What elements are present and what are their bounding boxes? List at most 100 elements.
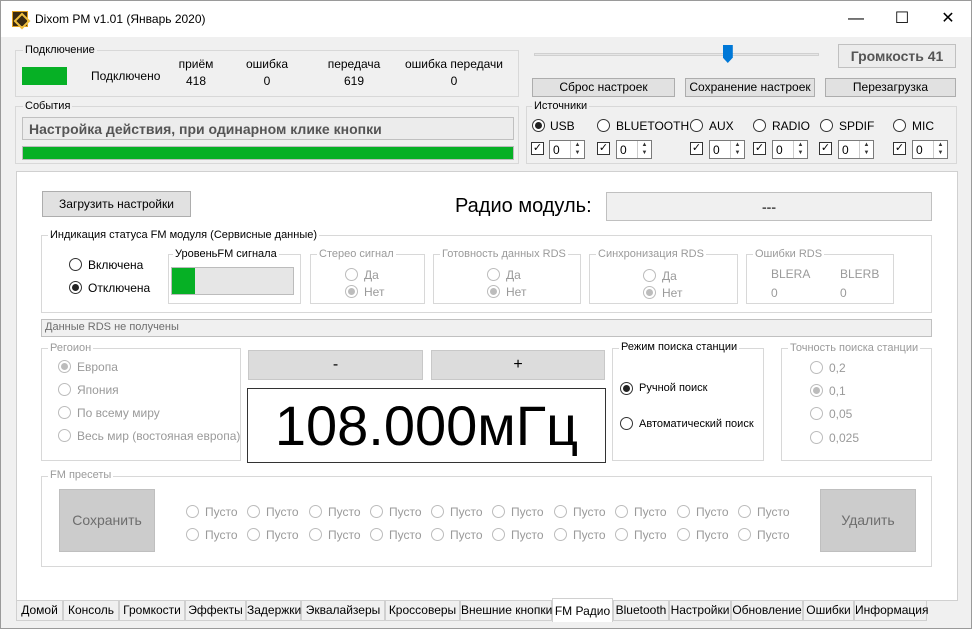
title-bar: Dixom PM v1.01 (Январь 2020) — ☐ ✕ [1,1,971,37]
preset-13-radio[interactable] [309,528,322,541]
accuracy-0-2-radio[interactable] [810,361,823,374]
tab-7[interactable]: Внешние кнопки [460,600,552,621]
source-spdif-check[interactable]: ✓ [819,142,832,155]
app-window: Dixom PM v1.01 (Январь 2020) — ☐ ✕ Подкл… [0,0,972,629]
preset-19-radio[interactable] [677,528,690,541]
spin-arrows-icon[interactable]: ▲ ▼ [637,141,651,158]
preset-14-radio[interactable] [370,528,383,541]
spin-arrows-icon[interactable]: ▲ ▼ [933,141,947,158]
search-auto-radio[interactable] [620,417,633,430]
tune-up-button[interactable]: + [431,350,605,380]
preset-7-radio[interactable] [554,505,567,518]
source-mic-radio[interactable] [893,119,906,132]
tab-10[interactable]: Настройки [669,600,731,621]
preset-15-radio[interactable] [431,528,444,541]
source-bluetooth-radio[interactable] [597,119,610,132]
search-manual-radio[interactable] [620,382,633,395]
close-button[interactable]: ✕ [925,1,971,37]
accuracy-0-025-radio[interactable] [810,431,823,444]
volume-slider-thumb[interactable] [722,45,733,63]
preset-9-radio[interactable] [677,505,690,518]
preset-10-radio[interactable] [738,505,751,518]
stereo-no-radio[interactable] [345,285,358,298]
source-bluetooth-spin[interactable]: 0 ▲ ▼ [616,140,652,159]
reboot-button[interactable]: Перезагрузка [825,78,956,97]
stat-label-rx: приём [178,57,214,71]
tune-down-button[interactable]: - [248,350,423,380]
rds-sync-yes-radio[interactable] [643,269,656,282]
preset-1-radio[interactable] [186,505,199,518]
reset-settings-button[interactable]: Сброс настроек [532,78,675,97]
source-usb-radio[interactable] [532,119,545,132]
sources-group-title: Источники [532,100,590,112]
spin-arrows-icon[interactable]: ▲ ▼ [793,141,807,158]
preset-4-radio[interactable] [370,505,383,518]
signal-level-group-title: УровеньFM сигнала [173,248,279,260]
search-mode-group [612,348,764,461]
source-mic-check[interactable]: ✓ [893,142,906,155]
region-world-radio[interactable] [58,406,71,419]
tab-2[interactable]: Громкости [119,600,185,621]
tab-3[interactable]: Эффекты [185,600,246,621]
region-japan-radio[interactable] [58,383,71,396]
stereo-yes-radio[interactable] [345,268,358,281]
spin-arrows-icon[interactable]: ▲ ▼ [570,141,584,158]
preset-5-radio[interactable] [431,505,444,518]
preset-3-label: Пусто [328,505,361,519]
tab-6[interactable]: Кроссоверы [385,600,460,621]
preset-18-radio[interactable] [615,528,628,541]
preset-3-radio[interactable] [309,505,322,518]
preset-17-radio[interactable] [554,528,567,541]
source-aux-check[interactable]: ✓ [690,142,703,155]
save-preset-button[interactable]: Сохранить [59,489,155,552]
indication-off-radio[interactable] [69,281,82,294]
rds-sync-no-radio[interactable] [643,286,656,299]
preset-6-radio[interactable] [492,505,505,518]
load-settings-button[interactable]: Загрузить настройки [42,191,191,217]
minimize-button[interactable]: — [833,1,879,37]
source-spdif-radio[interactable] [820,119,833,132]
accuracy-0-1-radio[interactable] [810,384,823,397]
tab-1[interactable]: Консоль [63,600,119,621]
tab-11[interactable]: Обновление [731,600,803,621]
tab-4[interactable]: Задержки [246,600,301,621]
preset-12-radio[interactable] [247,528,260,541]
source-bluetooth-check[interactable]: ✓ [597,142,610,155]
source-aux-spin[interactable]: 0 ▲ ▼ [709,140,745,159]
tab-13[interactable]: Информация [854,600,928,621]
accuracy-0-05-radio[interactable] [810,407,823,420]
source-spdif-spin[interactable]: 0 ▲ ▼ [838,140,874,159]
maximize-button[interactable]: ☐ [879,1,925,37]
spin-arrows-icon[interactable]: ▲ ▼ [859,141,873,158]
source-radio-spin[interactable]: 0 ▲ ▼ [772,140,808,159]
region-east-europe-radio[interactable] [58,429,71,442]
signal-level-fill [172,268,195,294]
tab-12[interactable]: Ошибки [803,600,854,621]
source-radio-radio[interactable] [753,119,766,132]
preset-8-radio[interactable] [615,505,628,518]
preset-11-radio[interactable] [186,528,199,541]
preset-16-radio[interactable] [492,528,505,541]
preset-20-radio[interactable] [738,528,751,541]
rds-ready-yes-radio[interactable] [487,268,500,281]
source-usb-check[interactable]: ✓ [531,142,544,155]
source-spdif-spin-value: 0 [842,143,849,157]
source-usb-spin[interactable]: 0 ▲ ▼ [549,140,585,159]
source-aux-radio[interactable] [690,119,703,132]
tab-0[interactable]: Домой [16,600,63,621]
preset-2-radio[interactable] [247,505,260,518]
volume-slider-track[interactable] [534,53,819,56]
indication-on-radio[interactable] [69,258,82,271]
spin-arrows-icon[interactable]: ▲ ▼ [730,141,744,158]
save-settings-button[interactable]: Сохранение настроек [685,78,815,97]
source-mic-spin[interactable]: 0 ▲ ▼ [912,140,948,159]
tab-9[interactable]: Bluetooth [613,600,669,621]
region-europe-radio[interactable] [58,360,71,373]
preset-9-label: Пусто [696,505,729,519]
tab-8[interactable]: FM Радио [552,598,613,622]
rds-ready-no-radio[interactable] [487,285,500,298]
fm-radio-panel: Загрузить настройки Радио модуль: --- Ин… [16,171,958,601]
delete-preset-button[interactable]: Удалить [820,489,916,552]
tab-5[interactable]: Эквалайзеры [301,600,385,621]
source-radio-check[interactable]: ✓ [753,142,766,155]
